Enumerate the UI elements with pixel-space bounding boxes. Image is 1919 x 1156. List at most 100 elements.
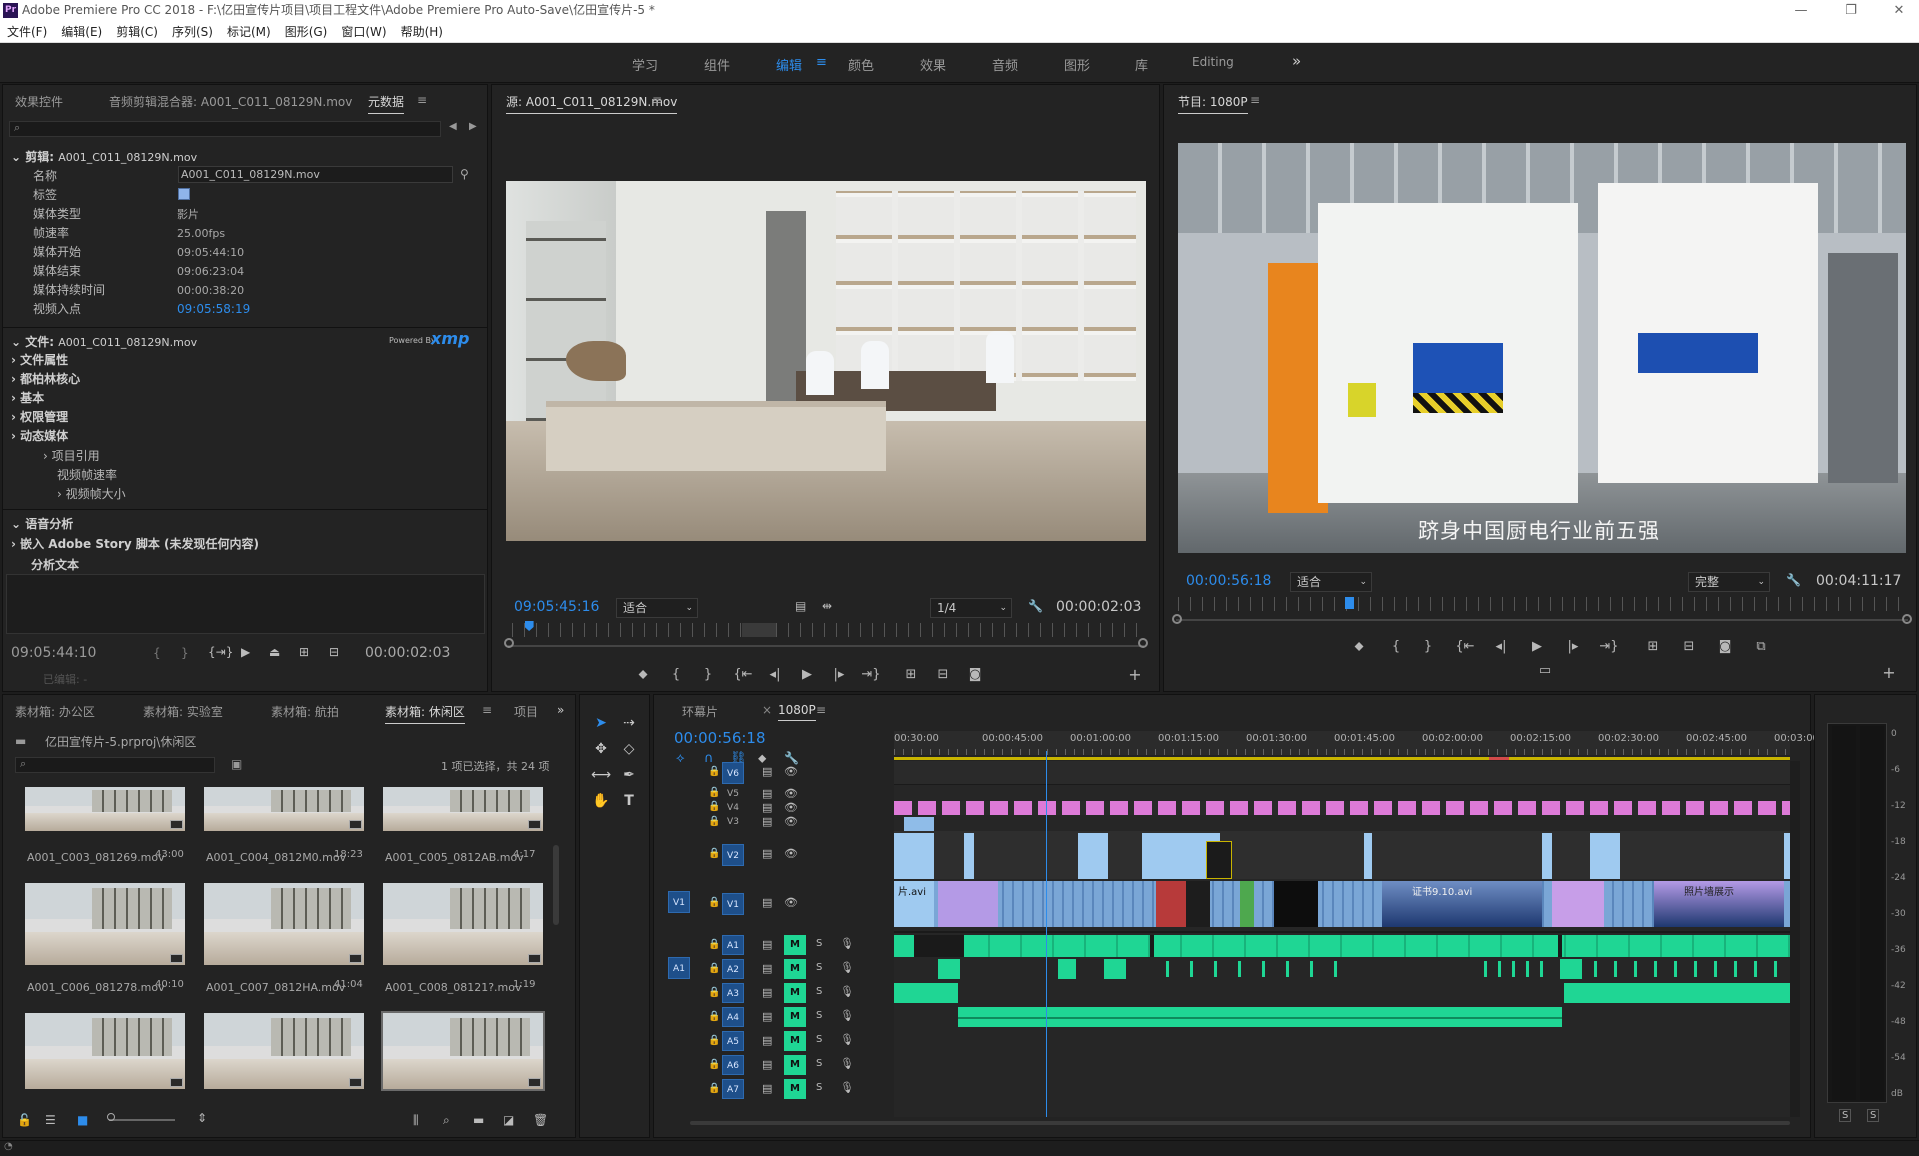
razor-tool-icon[interactable]: ◇: [618, 741, 640, 757]
program-playhead[interactable]: [1344, 597, 1354, 609]
mark-out-icon[interactable]: }: [181, 646, 189, 660]
mark-in-icon[interactable]: {: [153, 646, 161, 660]
track-lock-icon[interactable]: 🔒: [708, 939, 720, 950]
voice-over-record-icon[interactable]: 🎙: [840, 937, 854, 950]
program-time-ruler[interactable]: [1178, 597, 1904, 611]
metadata-value[interactable]: 25.00fps: [177, 224, 225, 243]
track-lock-icon[interactable]: 🔒: [708, 816, 720, 827]
program-lift-icon[interactable]: ⊞: [1642, 637, 1664, 657]
bin-clip-thumbnail[interactable]: [383, 883, 543, 965]
source-play-icon[interactable]: ▶: [796, 665, 818, 685]
track-lock-icon[interactable]: 🔒: [708, 1035, 720, 1046]
track-lock-icon[interactable]: 🔒: [708, 987, 720, 998]
source-insert-icon[interactable]: ⊞: [900, 665, 922, 685]
source-fit-dropdown[interactable]: 适合 ⌄: [616, 598, 698, 618]
video-track-target[interactable]: V2: [722, 844, 744, 866]
program-mark-in-icon[interactable]: {: [1385, 637, 1407, 657]
solo-right-button[interactable]: S: [1867, 1109, 1880, 1122]
track-lock-icon[interactable]: 🔒: [708, 963, 720, 974]
metadata-value[interactable]: 00:00:38:20: [177, 281, 244, 300]
tab-bin-aerial[interactable]: 素材箱: 航拍: [271, 703, 339, 720]
solo-track-button[interactable]: S: [816, 962, 822, 973]
source-time-ruler[interactable]: [512, 623, 1142, 637]
video-track-target[interactable]: V6: [722, 762, 744, 784]
find-icon[interactable]: ⌕: [443, 1113, 450, 1128]
embed-script-toggle[interactable]: › 嵌入 Adobe Story 脚本 (未发现任何内容): [11, 535, 259, 552]
v3-clip[interactable]: [904, 817, 934, 831]
program-vr-toggle-icon[interactable]: ▭: [1534, 661, 1556, 681]
track-lock-icon[interactable]: 🔒: [708, 1059, 720, 1070]
file-subsection-toggle[interactable]: › 动态媒体: [11, 427, 68, 444]
program-timecode[interactable]: 00:00:56:18: [1186, 573, 1271, 589]
ws-effects[interactable]: 效果: [920, 55, 946, 74]
tab-audio-clip-mixer[interactable]: 音频剪辑混合器: A001_C011_08129N.mov: [109, 93, 352, 110]
timeline-vertical-scroll[interactable]: [1790, 761, 1800, 1117]
video-track-target[interactable]: V4: [722, 801, 744, 815]
speech-analysis-toggle[interactable]: ⌄ 语音分析: [11, 515, 73, 532]
tab-bin-lab[interactable]: 素材箱: 实验室: [143, 703, 223, 720]
ws-editing-menu-icon[interactable]: ≡: [816, 55, 827, 70]
ws-graphics[interactable]: 图形: [1064, 55, 1090, 74]
analysis-text-area[interactable]: [6, 574, 485, 634]
source-step-forward-icon[interactable]: |▸: [828, 665, 850, 685]
menu-edit[interactable]: 编辑(E): [54, 21, 109, 43]
play-icon[interactable]: ▶: [241, 645, 250, 659]
toggle-track-output-icon[interactable]: 👁: [784, 765, 798, 778]
overwrite-icon[interactable]: ⊟: [329, 645, 339, 659]
track-lock-icon[interactable]: 🔒: [708, 1011, 720, 1022]
ws-audio[interactable]: 音频: [992, 55, 1018, 74]
write-lock-icon[interactable]: 🔓: [17, 1113, 32, 1127]
tab-metadata[interactable]: 元数据: [368, 93, 405, 114]
tab-bin-lounge[interactable]: 素材箱: 休闲区: [385, 703, 465, 724]
track-lock-icon[interactable]: 🔒: [708, 848, 720, 859]
source-settings-icon[interactable]: 🔧: [1028, 599, 1043, 613]
sort-icon[interactable]: ⇕: [197, 1111, 207, 1125]
toggle-sync-lock-icon[interactable]: ▤: [762, 765, 772, 778]
clear-icon[interactable]: 🗑: [533, 1113, 548, 1127]
metadata-value[interactable]: 09:06:23:04: [177, 262, 244, 281]
snap-icon[interactable]: ∩: [704, 751, 714, 766]
export-icon[interactable]: ⏏: [269, 645, 280, 659]
timeline-timecode[interactable]: 00:00:56:18: [674, 729, 766, 747]
track-lock-icon[interactable]: 🔒: [708, 1083, 720, 1094]
menu-sequence[interactable]: 序列(S): [165, 21, 220, 43]
ws-assembly[interactable]: 组件: [704, 55, 730, 74]
metadata-value[interactable]: 09:05:44:10: [177, 243, 244, 262]
metadata-value[interactable]: 09:05:58:19: [177, 300, 250, 319]
tab-sequence-surround[interactable]: 环幕片: [682, 703, 718, 720]
timeline-playhead[interactable]: [1046, 751, 1048, 1117]
safe-margins-icon[interactable]: ▤: [795, 599, 806, 613]
mute-track-button[interactable]: M: [784, 959, 806, 979]
menu-window[interactable]: 窗口(W): [334, 21, 393, 43]
icon-view-icon[interactable]: ■: [77, 1113, 88, 1127]
bin-clip-thumbnail[interactable]: [25, 787, 185, 831]
toggle-sync-lock-icon[interactable]: ▤: [762, 787, 772, 800]
bin-clip-thumbnail[interactable]: [25, 1013, 185, 1089]
voice-over-record-icon[interactable]: 🎙: [840, 961, 854, 974]
mute-track-button[interactable]: M: [784, 983, 806, 1003]
tab-project[interactable]: 项目: [514, 703, 538, 720]
toggle-track-output-icon[interactable]: 👁: [784, 787, 798, 800]
toggle-sync-lock-icon[interactable]: ▤: [762, 801, 772, 814]
program-extract-icon[interactable]: ⊟: [1678, 637, 1700, 657]
insert-icon[interactable]: ⊞: [299, 645, 309, 659]
toggle-track-output-icon[interactable]: 👁: [784, 815, 798, 828]
bin-scrollbar[interactable]: [553, 845, 559, 925]
dynamic-media-row[interactable]: › 项目引用: [43, 447, 100, 464]
work-area-bar[interactable]: [894, 757, 1790, 760]
new-item-icon[interactable]: ◪: [503, 1113, 514, 1127]
program-fit-dropdown[interactable]: 适合 ⌄: [1290, 572, 1372, 592]
program-video-frame[interactable]: 跻身中国厨电行业前五强: [1178, 143, 1906, 553]
track-area[interactable]: 片.avi 证书9.10.avi 照片墙展示: [894, 751, 1790, 1117]
voice-over-record-icon[interactable]: 🎙: [840, 1033, 854, 1046]
slip-tool-icon[interactable]: ⟷: [590, 767, 612, 783]
source-mark-out-icon[interactable]: }: [697, 665, 719, 685]
program-monitor-title[interactable]: 节目: 1080P: [1178, 93, 1248, 114]
voice-over-record-icon[interactable]: 🎙: [840, 1057, 854, 1070]
program-export-frame-icon[interactable]: ◙: [1714, 637, 1736, 657]
mute-track-button[interactable]: M: [784, 1007, 806, 1027]
track-lock-icon[interactable]: 🔒: [708, 766, 720, 777]
file-section-toggle[interactable]: ⌄ 文件: A001_C011_08129N.mov: [11, 333, 197, 350]
unlink-icon[interactable]: ⚲: [460, 167, 469, 181]
hand-tool-icon[interactable]: ✋: [590, 793, 612, 809]
